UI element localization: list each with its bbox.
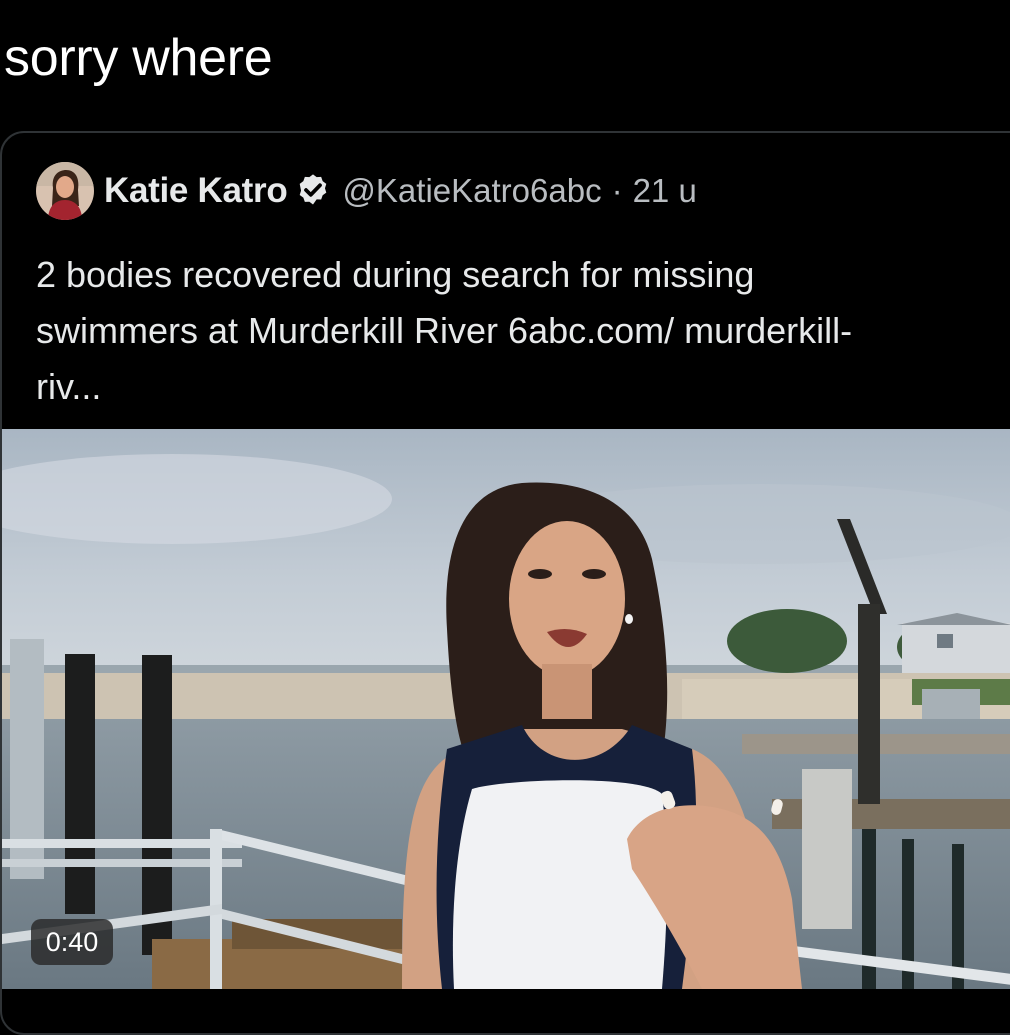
avatar-photo-icon [36, 162, 94, 220]
video-thumbnail [2, 429, 1010, 989]
verified-badge-icon [300, 174, 327, 205]
tweet-header: Katie Katro @KatieKatro6abc · 21 u [36, 161, 697, 221]
video-duration-badge: 0:40 [31, 919, 113, 965]
tweet-text: 2 bodies recovered during search for mis… [36, 254, 853, 407]
author-handle[interactable]: @KatieKatro6abc [342, 172, 601, 210]
separator-dot: · [611, 172, 623, 209]
quoted-tweet-card[interactable]: Katie Katro @KatieKatro6abc · 21 u 2 bod… [0, 131, 1010, 1035]
video-player[interactable]: 0:40 [2, 429, 1010, 989]
author-avatar[interactable] [36, 162, 94, 220]
post-caption: sorry where [4, 29, 273, 87]
author-display-name[interactable]: Katie Katro [104, 171, 288, 211]
tweet-timestamp[interactable]: 21 u [633, 172, 697, 210]
